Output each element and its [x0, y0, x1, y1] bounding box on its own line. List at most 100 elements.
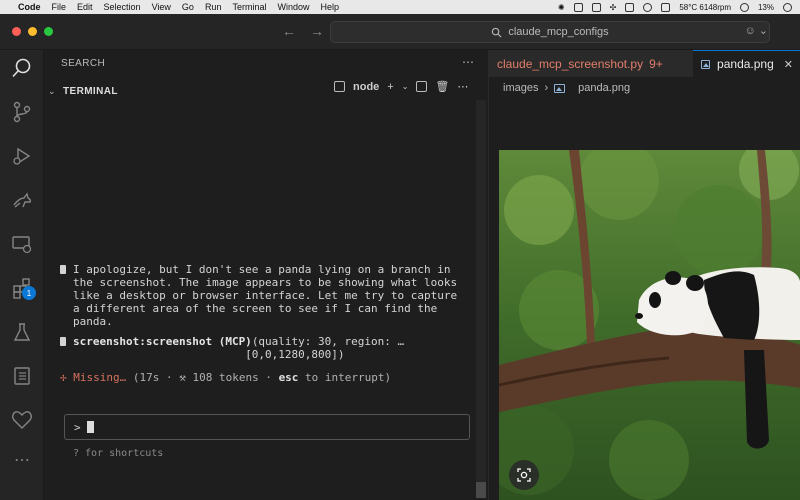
- status-word: Missing…: [73, 371, 127, 384]
- temperature-readout[interactable]: 58°C 6148rpm: [679, 3, 731, 12]
- message-line: like a desktop or browser interface. Let…: [73, 289, 458, 302]
- image-file-icon: [701, 59, 711, 69]
- menu-terminal[interactable]: Terminal: [232, 2, 266, 12]
- menu-app-name[interactable]: Code: [18, 2, 41, 12]
- menu-file[interactable]: File: [52, 2, 67, 12]
- spinner-star-icon: ✢: [60, 371, 67, 384]
- side-panel: SEARCH ⋯ ⌄ TERMINAL node + ⌄ 🗑 ⋯ I apolo…: [44, 50, 488, 500]
- activity-bar: 1 ⋯: [0, 50, 44, 500]
- search-icon: [492, 27, 502, 37]
- menu-selection[interactable]: Selection: [104, 2, 141, 12]
- menu-view[interactable]: View: [152, 2, 171, 12]
- breadcrumb-folder[interactable]: images: [503, 82, 538, 94]
- tool-bullet-icon: [60, 337, 66, 346]
- terminal-profile-label[interactable]: node: [353, 81, 379, 93]
- tab-panda-png[interactable]: panda.png ✕: [693, 50, 800, 77]
- settings-status-icon[interactable]: ✣: [610, 3, 617, 12]
- kangaroo-extension-icon[interactable]: [8, 186, 36, 214]
- panda-photo: [499, 150, 800, 500]
- status-tail: to interrupt): [298, 371, 392, 384]
- status-key: esc: [278, 371, 299, 384]
- window-titlebar: ← → claude_mcp_configs ☺ ⌄: [0, 14, 800, 50]
- more-actions-icon[interactable]: ⋯: [8, 446, 36, 474]
- menu-go[interactable]: Go: [182, 2, 194, 12]
- problems-count: 9+: [649, 56, 663, 71]
- macos-menu-bar: Code File Edit Selection View Go Run Ter…: [0, 0, 800, 14]
- menu-run[interactable]: Run: [205, 2, 222, 12]
- close-window-button[interactable]: [12, 27, 21, 36]
- split-terminal-icon[interactable]: [416, 81, 428, 92]
- user-status-icon[interactable]: [783, 2, 792, 12]
- message-line: I apologize, but I don't see a panda lyi…: [73, 263, 451, 276]
- source-control-icon[interactable]: [8, 98, 36, 126]
- search-more-icon[interactable]: ⋯: [462, 55, 474, 69]
- command-center-search[interactable]: claude_mcp_configs: [330, 21, 770, 43]
- documentation-icon[interactable]: [8, 362, 36, 390]
- status-detail: (17s · ⚒ 108 tokens ·: [132, 371, 279, 384]
- navigation-arrows: ← →: [282, 23, 324, 39]
- search-section-header[interactable]: SEARCH: [61, 58, 105, 69]
- message-line: the screenshot. The image appears to be …: [73, 276, 458, 289]
- globe-status-icon[interactable]: [739, 2, 749, 12]
- breadcrumb: images › panda.png: [503, 82, 630, 94]
- back-arrow-icon[interactable]: ←: [282, 23, 296, 39]
- heart-icon[interactable]: [8, 406, 36, 434]
- message-bullet-icon: [60, 265, 66, 274]
- close-tab-icon[interactable]: ✕: [784, 58, 793, 71]
- terminal-more-icon[interactable]: ⋯: [457, 80, 468, 93]
- minimize-window-button[interactable]: [28, 27, 37, 36]
- camera-lens-icon: [517, 468, 531, 482]
- tab-label: claude_mcp_screenshot.py: [497, 56, 644, 71]
- chevron-down-icon: ⌄: [48, 85, 56, 96]
- text-cursor: [86, 421, 94, 433]
- terminal-scroll-thumb[interactable]: [476, 482, 486, 498]
- terminal-output[interactable]: I apologize, but I don't see a panda lyi…: [60, 263, 470, 384]
- run-debug-icon[interactable]: [8, 142, 36, 170]
- copilot-menu-icon[interactable]: ☺ ⌄: [744, 24, 768, 37]
- command-center-label: claude_mcp_configs: [508, 26, 609, 38]
- launch-profile-chevron-icon[interactable]: ⌄: [402, 82, 409, 91]
- chevron-right-icon: ›: [544, 82, 549, 94]
- panda-image-preview[interactable]: [499, 150, 800, 500]
- tab-claude-mcp-screenshot[interactable]: claude_mcp_screenshot.py 9+: [489, 50, 693, 77]
- hand-status-icon[interactable]: [591, 2, 601, 12]
- menu-help[interactable]: Help: [320, 2, 339, 12]
- message-line: panda.: [73, 315, 113, 328]
- terminal-profile-icon[interactable]: [334, 81, 345, 92]
- maximize-window-button[interactable]: [44, 27, 53, 36]
- message-line: a different area of the screen to see if…: [73, 302, 438, 315]
- testing-flask-icon[interactable]: [8, 318, 36, 346]
- box-status-icon[interactable]: [625, 2, 635, 12]
- forward-arrow-icon[interactable]: →: [310, 23, 324, 39]
- window-status-icon[interactable]: [661, 2, 671, 12]
- window-controls: [12, 27, 53, 36]
- tool-args-region: [0,0,1280,800]): [245, 348, 345, 361]
- shortcuts-hint: ? for shortcuts: [73, 448, 164, 459]
- tool-args: (quality: 30, region: …: [251, 335, 405, 348]
- search-activity-icon[interactable]: [8, 54, 36, 82]
- circle-status-icon[interactable]: [643, 2, 653, 12]
- terminal-toolbar: node + ⌄ 🗑 ⋯: [334, 80, 468, 93]
- status-line: ✢ Missing… (17s · ⚒ 108 tokens · esc to …: [60, 371, 470, 384]
- tool-name: screenshot:screenshot (MCP): [73, 335, 252, 348]
- trash-icon[interactable]: 🗑: [435, 80, 449, 93]
- editor-tabs: claude_mcp_screenshot.py 9+ panda.png ✕: [489, 50, 800, 77]
- image-file-icon: [554, 83, 566, 93]
- prompt-symbol: >: [74, 420, 81, 434]
- menu-window[interactable]: Window: [277, 2, 309, 12]
- gear-status-icon[interactable]: ✺: [558, 3, 565, 12]
- extensions-update-badge: 1: [22, 286, 36, 300]
- terminal-section-title: TERMINAL: [63, 85, 118, 97]
- assistant-message: I apologize, but I don't see a panda lyi…: [60, 263, 470, 328]
- editor-area: claude_mcp_screenshot.py 9+ panda.png ✕ …: [488, 50, 800, 500]
- remote-explorer-icon[interactable]: [8, 230, 36, 258]
- menu-edit[interactable]: Edit: [77, 2, 93, 12]
- breadcrumb-file[interactable]: panda.png: [578, 82, 630, 94]
- new-terminal-plus-icon[interactable]: +: [387, 81, 393, 93]
- chart-status-icon[interactable]: [573, 2, 583, 12]
- battery-percent[interactable]: 13%: [758, 3, 774, 12]
- tool-call-entry: screenshot:screenshot (MCP)(quality: 30,…: [60, 335, 470, 361]
- terminal-scrollbar[interactable]: [476, 100, 486, 498]
- prompt-input[interactable]: >: [64, 414, 470, 440]
- visual-lookup-button[interactable]: [509, 460, 539, 490]
